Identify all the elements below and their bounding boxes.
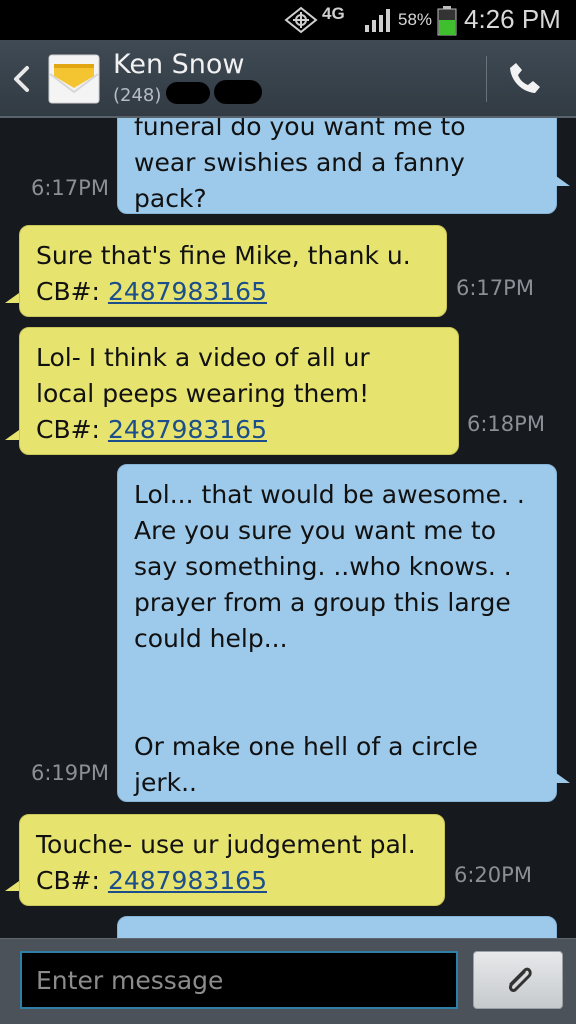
message-bubble-outgoing[interactable]: Lol... that would be awesome. . Are you … [117, 464, 557, 802]
network-type: 4G [322, 4, 345, 23]
envelope-icon[interactable] [48, 54, 100, 108]
redaction-mark [166, 82, 210, 104]
sync-icon [284, 6, 318, 39]
battery-percent: 58% [398, 10, 433, 29]
message-time: 6:19PM [31, 761, 109, 785]
callback-number-link[interactable]: 2487983165 [108, 415, 267, 444]
paperclip-icon [509, 967, 532, 992]
attach-button[interactable] [473, 951, 563, 1009]
phone-icon[interactable] [508, 61, 542, 99]
back-chevron-icon[interactable] [10, 64, 32, 98]
message-text: Lol- I think a video of all ur local pee… [36, 343, 370, 408]
bubble-tail [5, 881, 19, 891]
battery-icon [437, 6, 457, 41]
signal-icon [364, 7, 394, 38]
message-bubble-incoming[interactable]: Touche- use ur judgement pal. CB#: 24879… [19, 814, 445, 906]
message-time: 6:17PM [31, 176, 109, 200]
callback-label: CB#: [36, 415, 108, 444]
bubble-tail [5, 430, 19, 440]
callback-number-link[interactable]: 2487983165 [108, 866, 267, 895]
message-bubble-incoming[interactable]: Lol- I think a video of all ur local pee… [19, 327, 459, 455]
callback-number-link[interactable]: 2487983165 [108, 277, 267, 306]
contact-number: (248) [113, 85, 162, 106]
bubble-tail [556, 773, 570, 783]
message-bubble-outgoing[interactable] [117, 916, 557, 938]
header-divider [486, 56, 487, 102]
status-bar: 4G 58% 4:26 PM [0, 0, 576, 40]
clock: 4:26 PM [464, 4, 561, 34]
message-bubble-incoming[interactable]: Sure that's fine Mike, thank u. CB#: 248… [19, 225, 447, 317]
message-time: 6:20PM [454, 863, 532, 887]
message-list[interactable]: funeral do you want me to wear swishies … [0, 118, 576, 938]
callback-label: CB#: [36, 277, 108, 306]
message-bubble-outgoing[interactable]: funeral do you want me to wear swishies … [117, 118, 557, 214]
redaction-mark [214, 80, 262, 104]
message-text: funeral do you want me to wear swishies … [134, 118, 466, 213]
message-time: 6:17PM [456, 276, 534, 300]
bubble-tail [556, 176, 570, 186]
callback-label: CB#: [36, 866, 108, 895]
composer-bar [0, 938, 576, 1024]
conversation-header: Ken Snow (248) [0, 40, 576, 118]
message-input[interactable] [20, 951, 458, 1009]
contact-name[interactable]: Ken Snow [113, 49, 245, 80]
message-time: 6:18PM [467, 412, 545, 436]
message-text: Sure that's fine Mike, thank u. [36, 241, 411, 270]
message-text: Lol... that would be awesome. . Are you … [134, 480, 525, 797]
message-text: Touche- use ur judgement pal. [36, 830, 416, 859]
bubble-tail [5, 293, 19, 303]
